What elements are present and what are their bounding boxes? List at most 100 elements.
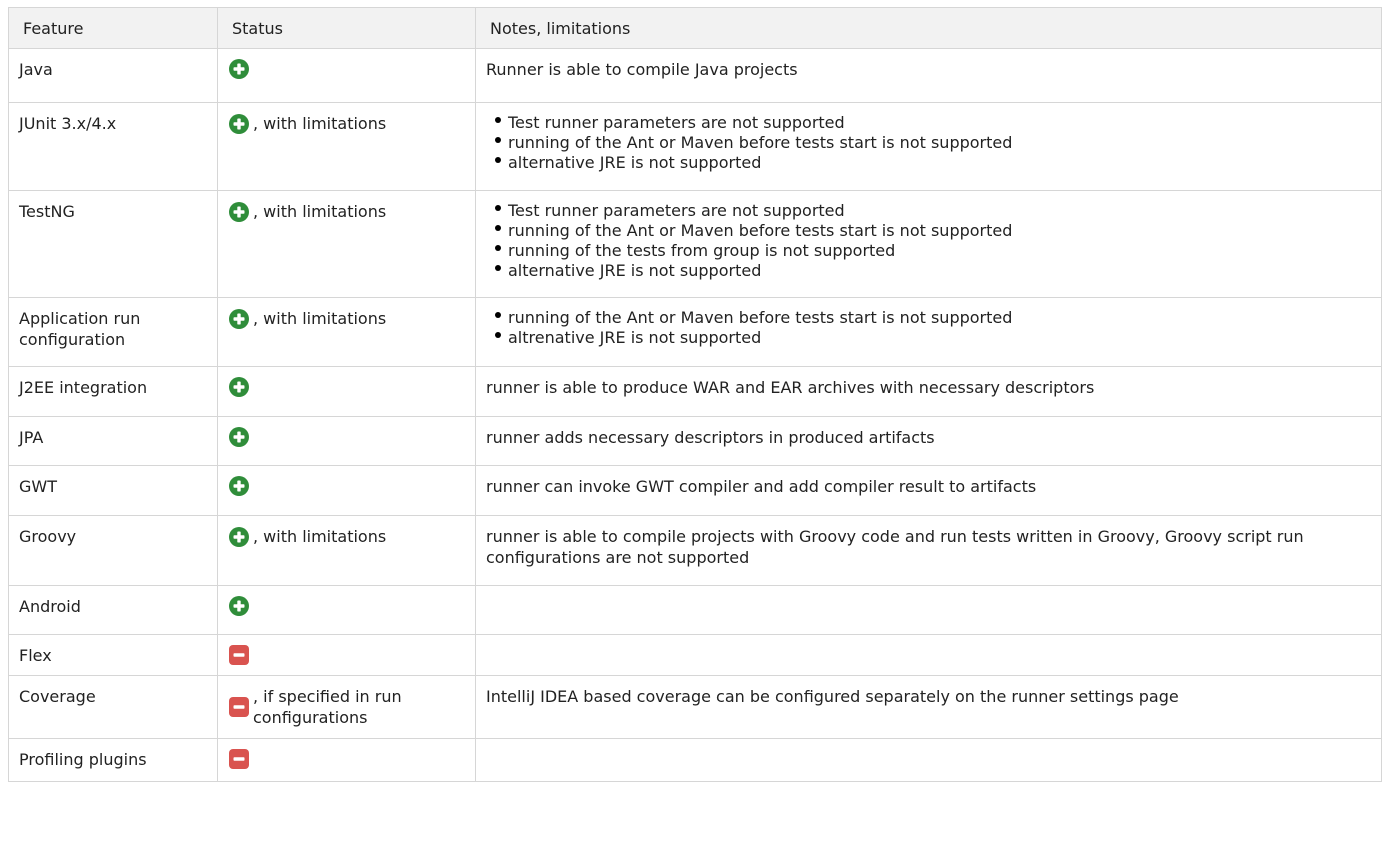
status-cell [217,48,476,103]
status-content [228,59,463,79]
header-status: Status [217,7,476,49]
notes-cell: IntelliJ IDEA based coverage can be conf… [475,675,1382,739]
status-content [228,749,463,769]
plus-circle-icon [229,596,249,616]
notes-text: runner can invoke GWT compiler and add c… [486,477,1037,496]
status-cell: , with limitations [217,515,476,586]
table-row: J2EE integration runner is able to produc… [8,366,1382,417]
plus-circle-icon [229,476,249,496]
status-text: , with limitations [253,527,387,546]
list-item: running of the tests from group is not s… [495,241,1369,261]
plus-circle-icon [229,427,249,447]
notes-cell [475,585,1382,635]
notes-text: runner is able to compile projects with … [486,527,1304,567]
notes-cell: runner adds necessary descriptors in pro… [475,416,1382,466]
notes-cell: Test runner parameters are not supported… [475,190,1382,298]
notes-list: running of the Ant or Maven before tests… [486,308,1369,348]
feature-cell: Application run configuration [8,297,218,367]
feature-cell: Java [8,48,218,103]
status-text: , with limitations [253,202,387,221]
notes-cell [475,738,1382,782]
notes-cell: Runner is able to compile Java projects [475,48,1382,103]
plus-circle-icon [229,526,249,547]
notes-cell: running of the Ant or Maven before tests… [475,297,1382,367]
notes-cell: runner is able to produce WAR and EAR ar… [475,366,1382,417]
plus-circle-icon [229,308,249,329]
feature-support-table: Feature Status Notes, limitations Java Ru… [8,7,1382,782]
table-row: Profiling plugins [8,738,1382,782]
status-cell [217,366,476,417]
table-row: TestNG , with limitations Test runner para… [8,190,1382,298]
notes-list: Test runner parameters are not supported… [486,201,1369,281]
page-content: Feature Status Notes, limitations Java Ru… [0,0,1384,782]
status-content: , with limitations [228,113,463,134]
list-item: running of the Ant or Maven before tests… [495,221,1369,241]
feature-cell: TestNG [8,190,218,298]
notes-text: runner adds necessary descriptors in pro… [486,428,935,447]
minus-square-icon [229,645,249,665]
table-row: Coverage , if specified in run configurat… [8,675,1382,739]
notes-cell [475,634,1382,676]
feature-cell: Profiling plugins [8,738,218,782]
status-content [228,427,463,447]
list-item: alternative JRE is not supported [495,261,1369,281]
plus-circle-icon [229,201,249,222]
notes-cell: runner can invoke GWT compiler and add c… [475,465,1382,516]
feature-cell: GWT [8,465,218,516]
status-text: , with limitations [253,309,387,328]
table-row: Application run configuration , with limi… [8,297,1382,367]
status-cell [217,634,476,676]
status-content [228,476,463,496]
feature-cell: Android [8,585,218,635]
feature-cell: JUnit 3.x/4.x [8,102,218,191]
table-row: Groovy , with limitations runner is able t… [8,515,1382,586]
list-item: Test runner parameters are not supported [495,113,1369,133]
minus-square-icon [229,749,249,769]
table-row: Java Runner is able to compile Java proje… [8,48,1382,103]
status-text: , with limitations [253,114,387,133]
feature-cell: Flex [8,634,218,676]
list-item: running of the Ant or Maven before tests… [495,308,1369,328]
table-row: JUnit 3.x/4.x , with limitations Test runn… [8,102,1382,191]
notes-text: Runner is able to compile Java projects [486,60,798,79]
feature-cell: Coverage [8,675,218,739]
notes-cell: runner is able to compile projects with … [475,515,1382,586]
feature-cell: J2EE integration [8,366,218,417]
plus-circle-icon [229,113,249,134]
status-content: , with limitations [228,201,463,222]
header-feature: Feature [8,7,218,49]
status-content [228,596,463,616]
list-item: altrenative JRE is not supported [495,328,1369,348]
notes-text: runner is able to produce WAR and EAR ar… [486,378,1095,397]
plus-circle-icon [229,377,249,397]
table-row: JPA runner adds necessary descriptors in … [8,416,1382,466]
feature-cell: JPA [8,416,218,466]
table-row: Android [8,585,1382,635]
status-cell: , with limitations [217,190,476,298]
list-item: Test runner parameters are not supported [495,201,1369,221]
status-content: , with limitations [228,308,463,329]
status-text: , if specified in run configurations [253,687,402,727]
notes-text: IntelliJ IDEA based coverage can be conf… [486,687,1179,706]
list-item: alternative JRE is not supported [495,153,1369,173]
table-body: Java Runner is able to compile Java proje… [8,48,1382,782]
status-cell [217,585,476,635]
status-cell: , with limitations [217,102,476,191]
notes-cell: Test runner parameters are not supported… [475,102,1382,191]
table-row: GWT runner can invoke GWT compiler and ad… [8,465,1382,516]
table-header-row: Feature Status Notes, limitations [8,7,1382,49]
status-cell: , with limitations [217,297,476,367]
minus-square-icon [229,697,249,717]
header-notes: Notes, limitations [475,7,1382,49]
status-content [228,377,463,397]
table-row: Flex [8,634,1382,676]
status-cell [217,416,476,466]
status-cell [217,465,476,516]
notes-list: Test runner parameters are not supported… [486,113,1369,173]
status-content: , if specified in run configurations [228,686,463,728]
list-item: running of the Ant or Maven before tests… [495,133,1369,153]
status-content: , with limitations [228,526,463,547]
status-content [228,645,463,665]
status-cell: , if specified in run configurations [217,675,476,739]
status-cell [217,738,476,782]
